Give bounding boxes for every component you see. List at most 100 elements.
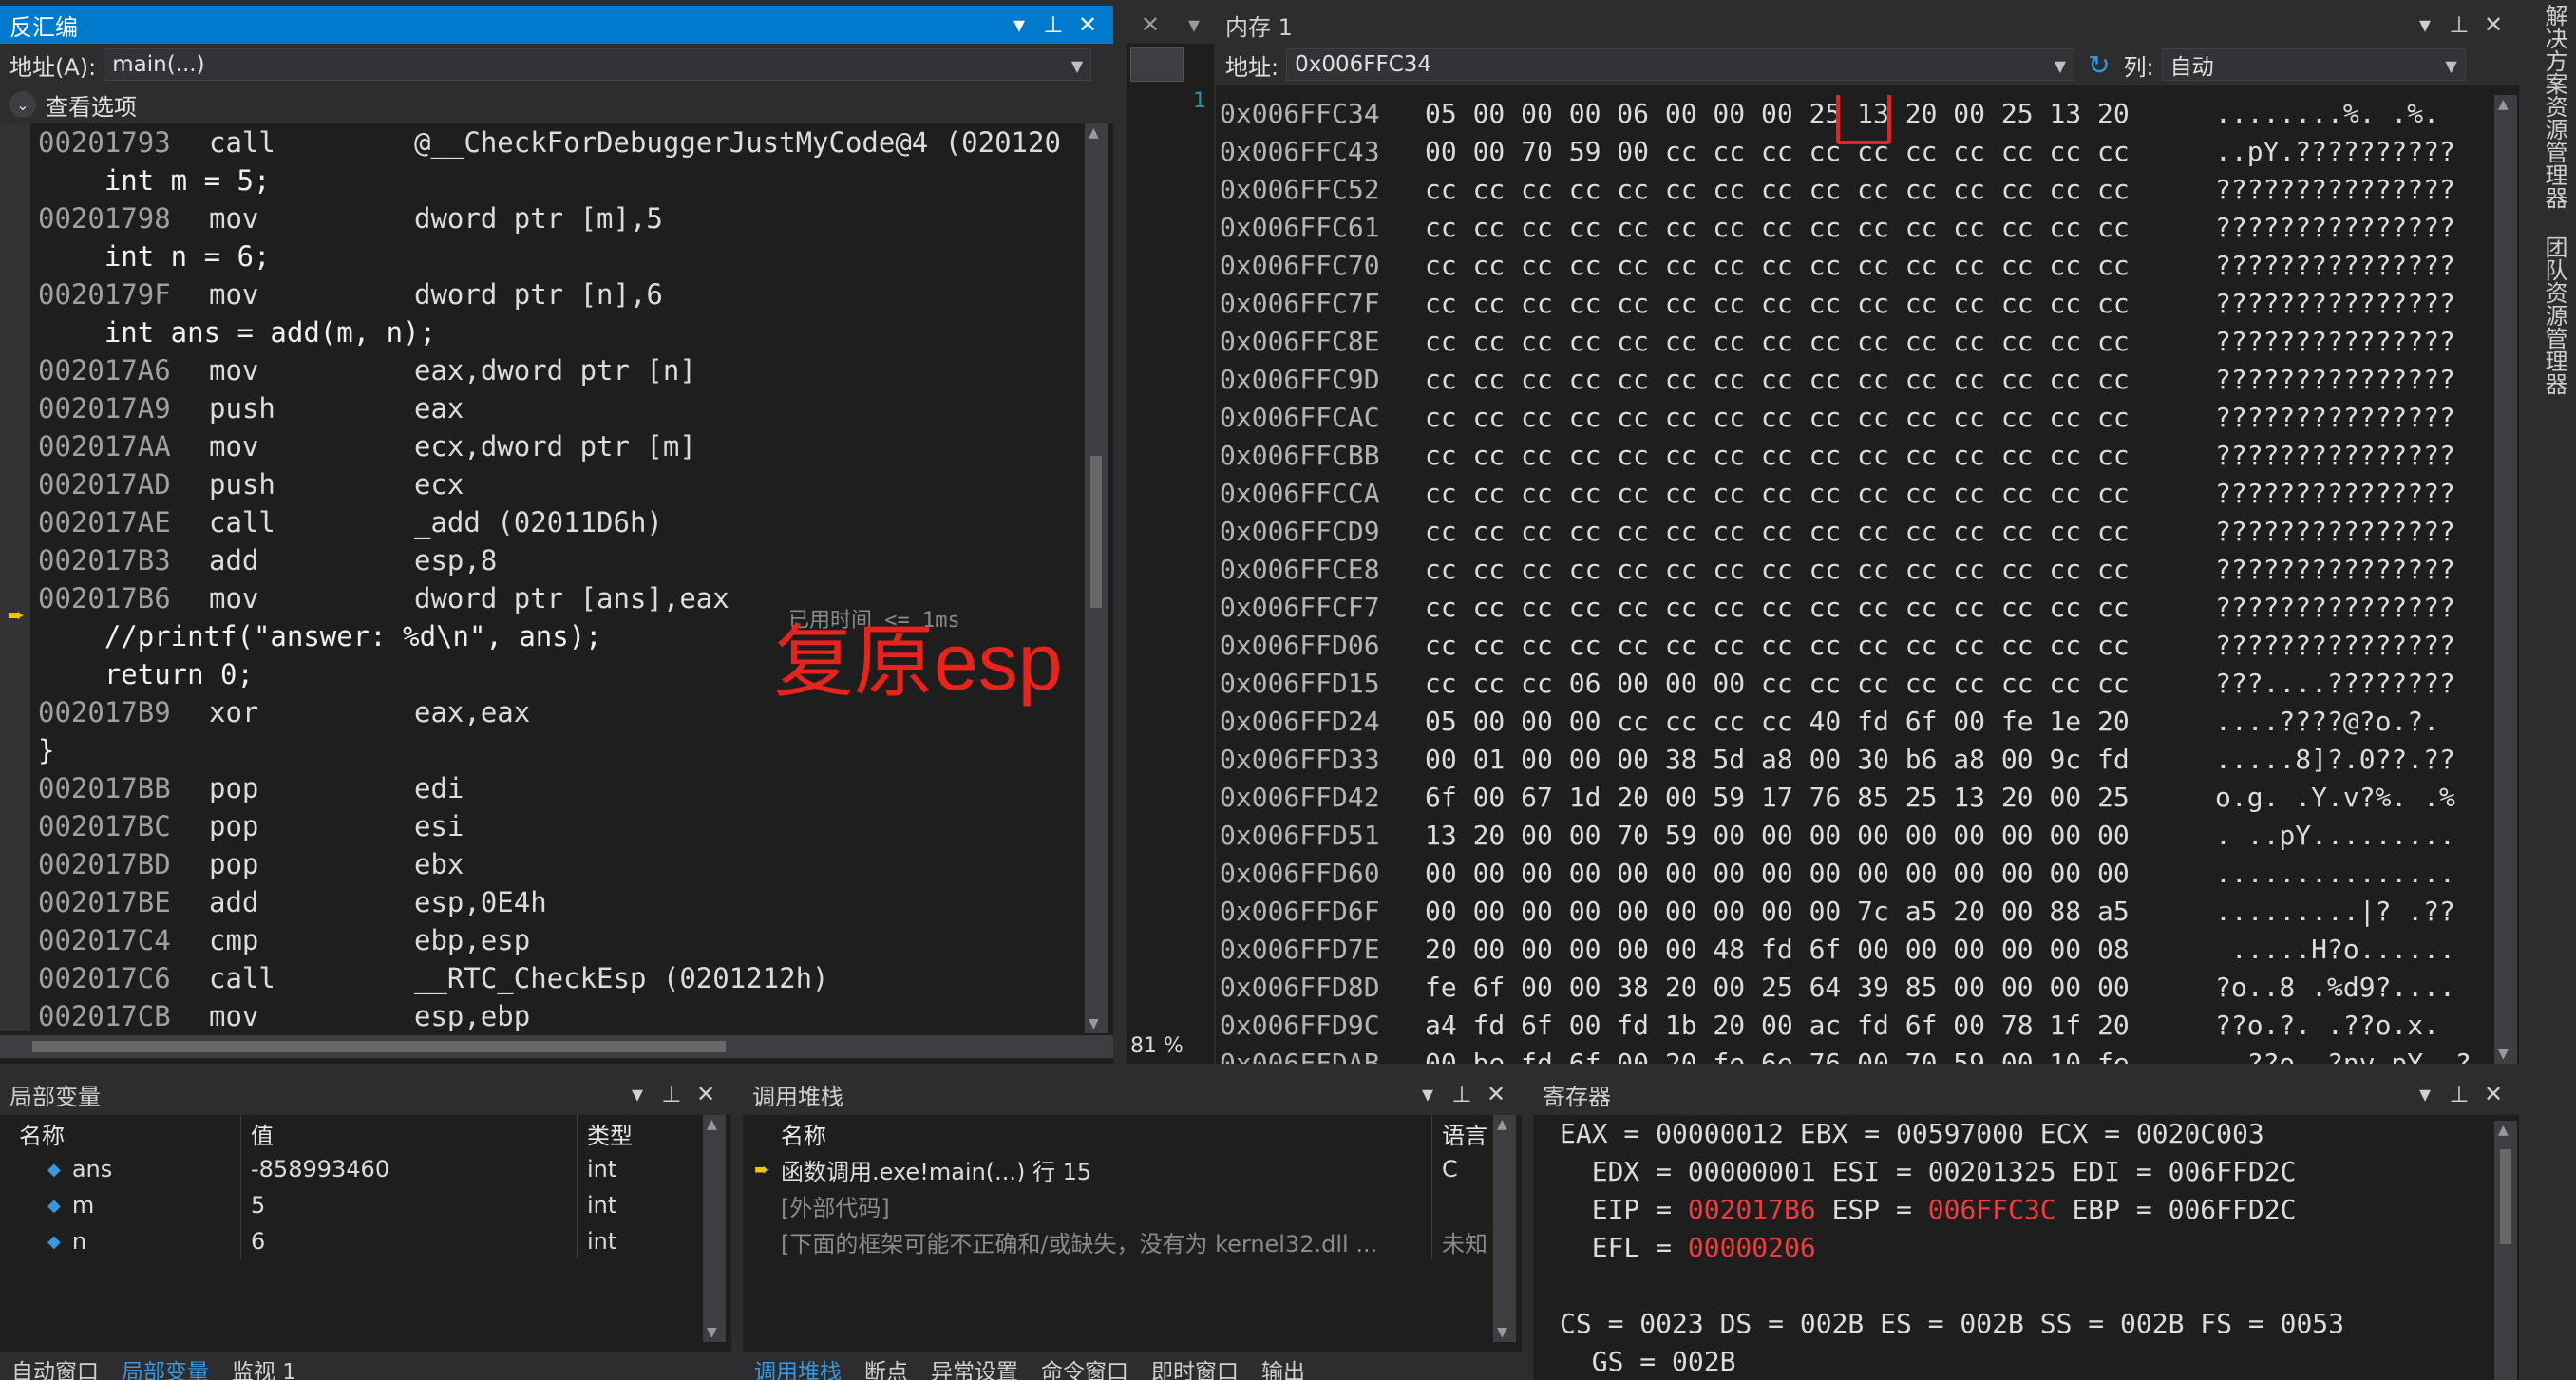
callstack-vscroll[interactable]: ▲ ▼ [1493,1115,1516,1342]
memory-hex[interactable]: 05 00 00 00 cc cc cc cc 40 fd 6f 00 fe 1… [1425,703,2130,741]
memory-row[interactable]: 0x006FFD9C a4 fd 6f 00 fd 1b 20 00 ac fd … [1220,1007,2489,1045]
locals-row[interactable]: ◆ m 5 int [9,1187,693,1223]
register-values[interactable]: EAX = 00000012 EBX = 00597000 ECX = 0020… [1560,1115,2491,1380]
memory-hex[interactable]: fe 6f 00 00 38 20 00 25 64 39 85 00 00 0… [1425,969,2130,1007]
memory-hex[interactable]: 00 01 00 00 00 38 5d a8 00 30 b6 a8 00 9… [1425,741,2130,779]
callstack-row[interactable]: [外部代码] [748,1187,1491,1223]
hscroll-thumb[interactable] [32,1041,726,1052]
memory-hex[interactable]: 20 00 00 00 00 00 48 fd 6f 00 00 00 00 0… [1425,931,2130,969]
disasm-row[interactable]: 002017AA mov ecx,dword ptr [m] [0,427,1085,465]
locals-tab[interactable]: 自动窗口 [0,1352,110,1380]
breakpoint-margin[interactable] [0,123,30,1031]
scroll-up-icon[interactable]: ▲ [1497,1117,1507,1132]
scroll-thumb[interactable] [1090,456,1102,608]
memory-hex[interactable]: cc cc cc cc cc cc cc cc cc cc cc cc cc c… [1425,209,2130,247]
memory-row[interactable]: 0x006FFDAB 00 be fd 6f 00 20 fe 6e 76 00 … [1220,1045,2489,1064]
local-value[interactable]: 6 [241,1223,578,1259]
local-value[interactable]: 5 [241,1187,578,1223]
callstack-tab[interactable]: 即时窗口 [1140,1352,1250,1380]
close-icon[interactable]: ✕ [2477,9,2510,41]
disassembly-titlebar[interactable]: 反汇编 ▾ ⊥ ✕ [0,6,1113,44]
memory-row[interactable]: 0x006FFD60 00 00 00 00 00 00 00 00 00 00 … [1220,855,2489,893]
callstack-tab[interactable]: 输出 [1250,1352,1316,1380]
memory-hex[interactable]: cc cc cc cc cc cc cc cc cc cc cc cc cc c… [1425,285,2130,323]
memory-row[interactable]: 0x006FFD51 13 20 00 00 70 59 00 00 00 00 … [1220,817,2489,855]
memory-hex[interactable]: cc cc cc cc cc cc cc cc cc cc cc cc cc c… [1425,475,2130,513]
scroll-down-icon[interactable]: ▼ [2498,1047,2509,1062]
disasm-row[interactable]: 002017C6 call __RTC_CheckEsp (0201212h) [0,959,1085,997]
scroll-down-icon[interactable]: ▼ [1497,1325,1507,1340]
dropdown-icon[interactable]: ▾ [1411,1078,1444,1110]
scroll-down-icon[interactable]: ▼ [707,1325,717,1340]
pin-icon[interactable]: ⊥ [1037,9,1070,41]
header-name[interactable]: 名称 [748,1115,1432,1151]
close-icon[interactable]: ✕ [1071,9,1104,41]
dropdown-icon[interactable]: ▾ [2409,1078,2441,1110]
scroll-down-icon[interactable]: ▼ [1089,1016,1099,1031]
pin-icon[interactable]: ⊥ [1446,1078,1478,1110]
disasm-row[interactable]: 002017B3 add esp,8 [0,541,1085,579]
disasm-row[interactable]: 002017BB pop edi [0,769,1085,807]
memory-row[interactable]: 0x006FFC7F cc cc cc cc cc cc cc cc cc cc … [1220,285,2489,323]
scroll-thumb[interactable] [2500,1149,2511,1244]
memory-hex[interactable]: cc cc cc cc cc cc cc cc cc cc cc cc cc c… [1425,437,2130,475]
memory-row[interactable]: 0x006FFD8D fe 6f 00 00 38 20 00 25 64 39 … [1220,969,2489,1007]
side-tab-solution-explorer[interactable]: 解决方案资源管理器 [2538,4,2571,209]
memory-row[interactable]: 0x006FFC8E cc cc cc cc cc cc cc cc cc cc … [1220,323,2489,361]
locals-row[interactable]: ◆ n 6 int [9,1223,693,1259]
memory-row[interactable]: 0x006FFD33 00 01 00 00 00 38 5d a8 00 30 … [1220,741,2489,779]
locals-tab[interactable]: 局部变量 [110,1352,220,1380]
memory-address-combo[interactable]: 0x006FFC34 ▼ [1286,48,2075,81]
dropdown-icon[interactable]: ▾ [1188,11,1200,38]
columns-combo[interactable]: 自动 ▼ [2161,48,2466,81]
disasm-row[interactable]: 002017AE call _add (02011D6h) [0,503,1085,541]
disassembly-hscroll[interactable] [0,1035,1113,1058]
memory-hex[interactable]: cc cc cc cc cc cc cc cc cc cc cc cc cc c… [1425,323,2130,361]
memory-hex[interactable]: cc cc cc cc cc cc cc cc cc cc cc cc cc c… [1425,399,2130,437]
close-icon[interactable]: ✕ [690,1078,722,1110]
memory-row[interactable]: 0x006FFCCA cc cc cc cc cc cc cc cc cc cc … [1220,475,2489,513]
scroll-up-icon[interactable]: ▲ [1089,125,1099,141]
callstack-tab[interactable]: 命令窗口 [1030,1352,1140,1380]
memory-hex[interactable]: cc cc cc cc cc cc cc cc cc cc cc cc cc c… [1425,551,2130,589]
memory-row[interactable]: 0x006FFC9D cc cc cc cc cc cc cc cc cc cc … [1220,361,2489,399]
memory-hex[interactable]: 6f 00 67 1d 20 00 59 17 76 85 25 13 20 0… [1425,779,2130,817]
memory-hex[interactable]: 00 00 00 00 00 00 00 00 00 00 00 00 00 0… [1425,855,2130,893]
memory-hex[interactable]: cc cc cc cc cc cc cc cc cc cc cc cc cc c… [1425,247,2130,285]
memory-hex[interactable]: 05 00 00 00 06 00 00 00 25 13 20 00 25 1… [1425,95,2130,133]
memory-titlebar[interactable]: 内存 1 ▾ ⊥ ✕ [1216,6,2519,44]
disasm-row[interactable]: 002017AD push ecx [0,465,1085,503]
memory-row[interactable]: 0x006FFC70 cc cc cc cc cc cc cc cc cc cc … [1220,247,2489,285]
memory-hex[interactable]: 00 00 70 59 00 cc cc cc cc cc cc cc cc c… [1425,133,2130,171]
memory-grid[interactable]: 0x006FFC34 05 00 00 00 06 00 00 00 25 13 … [1220,95,2489,1064]
disasm-row[interactable]: 002017BC pop esi [0,807,1085,845]
locals-tab[interactable]: 监视 1 [220,1352,308,1380]
memory-hex[interactable]: cc cc cc cc cc cc cc cc cc cc cc cc cc c… [1425,513,2130,551]
header-language[interactable]: 语言 [1432,1115,1491,1151]
memory-row[interactable]: 0x006FFD06 cc cc cc cc cc cc cc cc cc cc … [1220,627,2489,665]
callstack-tab[interactable]: 调用堆栈 [743,1352,853,1380]
scroll-up-icon[interactable]: ▲ [2498,1123,2509,1138]
memory-row[interactable]: 0x006FFD6F 00 00 00 00 00 00 00 00 00 7c … [1220,893,2489,931]
disasm-row[interactable]: 0020179F mov dword ptr [n],6 [0,275,1085,313]
memory-hex[interactable]: 13 20 00 00 70 59 00 00 00 00 00 00 00 0… [1425,817,2130,855]
memory-hex[interactable]: cc cc cc cc cc cc cc cc cc cc cc cc cc c… [1425,361,2130,399]
memory-row[interactable]: 0x006FFCAC cc cc cc cc cc cc cc cc cc cc … [1220,399,2489,437]
scroll-up-icon[interactable]: ▲ [2498,97,2509,112]
view-options-bar[interactable]: ⌄ 查看选项 [0,85,1113,123]
callstack-row[interactable]: [下面的框架可能不正确和/或缺失，没有为 kernel32.dll ... 未知 [748,1223,1491,1259]
refresh-icon[interactable]: ↻ [2088,49,2110,81]
header-value[interactable]: 值 [241,1115,578,1151]
memory-row[interactable]: 0x006FFD42 6f 00 67 1d 20 00 59 17 76 85 … [1220,779,2489,817]
memory-row[interactable]: 0x006FFD7E 20 00 00 00 00 00 48 fd 6f 00 … [1220,931,2489,969]
disasm-row[interactable]: 002017BE add esp,0E4h [0,883,1085,921]
memory-hex[interactable]: cc cc cc 06 00 00 00 cc cc cc cc cc cc c… [1425,665,2130,703]
close-icon[interactable]: ✕ [1480,1078,1512,1110]
memory-row[interactable]: 0x006FFCF7 cc cc cc cc cc cc cc cc cc cc … [1220,589,2489,627]
disasm-row[interactable]: 002017C4 cmp ebp,esp [0,921,1085,959]
memory-row[interactable]: 0x006FFCBB cc cc cc cc cc cc cc cc cc cc … [1220,437,2489,475]
disasm-row[interactable]: 002017CB mov esp,ebp [0,997,1085,1031]
memory-row[interactable]: 0x006FFD24 05 00 00 00 cc cc cc cc 40 fd … [1220,703,2489,741]
memory-row[interactable]: 0x006FFCE8 cc cc cc cc cc cc cc cc cc cc … [1220,551,2489,589]
memory-hex[interactable]: a4 fd 6f 00 fd 1b 20 00 ac fd 6f 00 78 1… [1425,1007,2130,1045]
